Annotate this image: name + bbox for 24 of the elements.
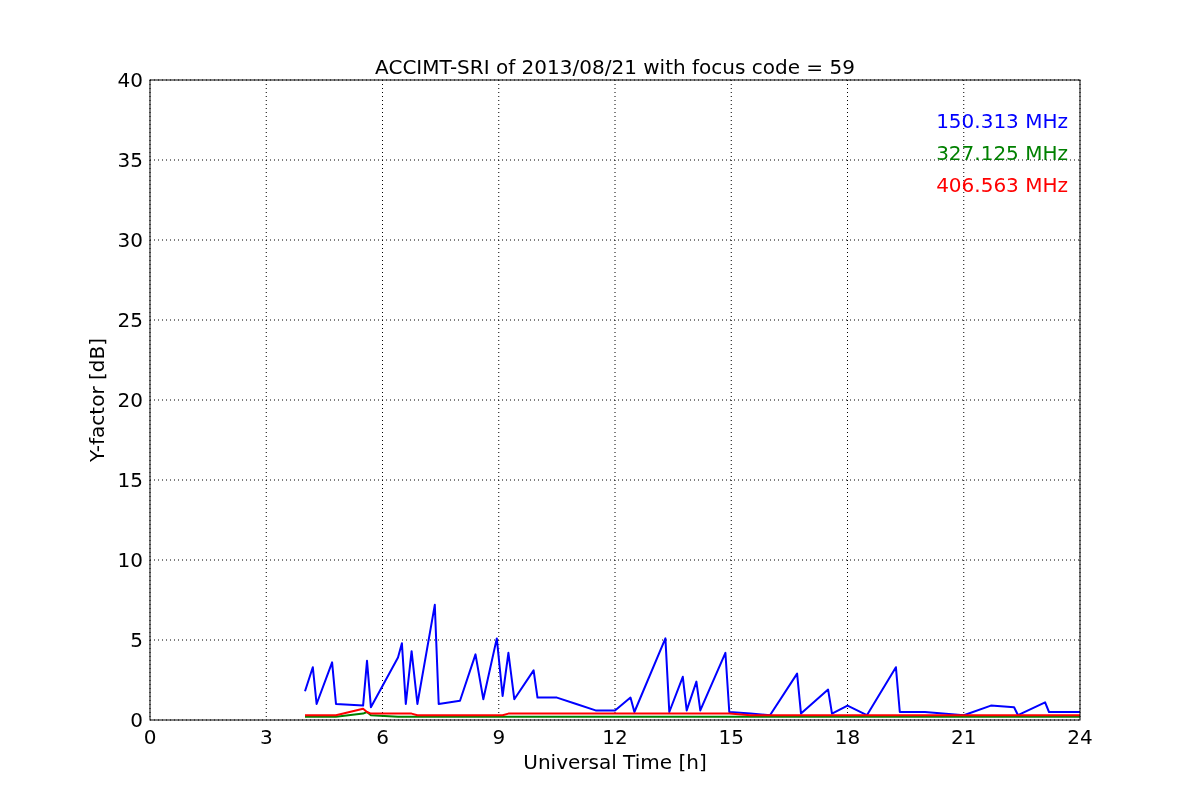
legend-entry: 406.563 MHz <box>936 173 1068 197</box>
tick-label: 15 <box>117 468 143 492</box>
tick-label: 24 <box>1067 725 1093 749</box>
axis-label: Universal Time [h] <box>523 750 707 774</box>
legend-entry: 327.125 MHz <box>936 141 1068 165</box>
tick-label: 20 <box>117 388 143 412</box>
tick-label: 10 <box>117 548 143 572</box>
tick-label: 3 <box>259 725 273 749</box>
tick-label: 9 <box>492 725 506 749</box>
axis-label: Y-factor [dB] <box>85 338 109 462</box>
tick-label: 12 <box>602 725 628 749</box>
chart-title: ACCIMT-SRI of 2013/08/21 with focus code = 59 <box>375 55 855 79</box>
tick-label: 30 <box>117 228 143 252</box>
tick-label: 21 <box>951 725 977 749</box>
tick-label: 35 <box>117 148 143 172</box>
tick-label: 40 <box>117 68 143 92</box>
tick-label: 25 <box>117 308 143 332</box>
tick-label: 5 <box>130 628 143 652</box>
tick-label: 0 <box>143 725 157 749</box>
legend-entry: 150.313 MHz <box>936 109 1068 133</box>
tick-label: 6 <box>376 725 389 749</box>
tick-label: 0 <box>130 708 143 732</box>
tick-label: 18 <box>834 725 861 749</box>
tick-label: 15 <box>718 725 744 749</box>
